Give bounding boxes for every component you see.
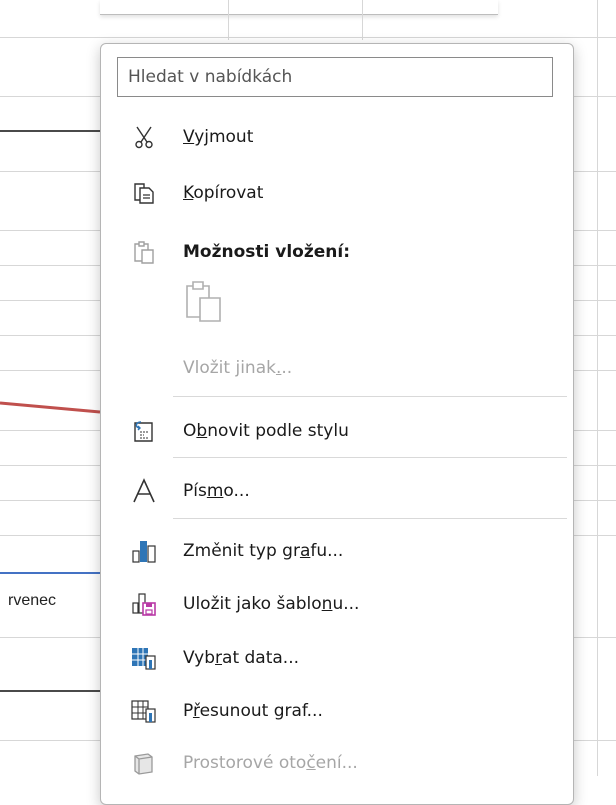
paste-icon xyxy=(131,239,157,265)
menu-item-label: Kopírovat xyxy=(183,183,264,203)
menu-item-label: Písmo... xyxy=(183,481,250,501)
chart-border-bottom xyxy=(0,690,100,692)
reset-style-icon xyxy=(131,418,157,444)
grid-col-line xyxy=(597,0,598,776)
menu-item-label: Změnit typ grafu... xyxy=(183,541,344,561)
menu-item-3d-rotation: Prostorové otočení... xyxy=(101,741,573,785)
chart-type-icon xyxy=(131,538,157,564)
menu-item-copy[interactable]: Kopírovat xyxy=(101,171,573,215)
menu-separator xyxy=(173,518,567,519)
menu-item-paste-special: Vložit jinak... xyxy=(101,346,573,390)
chart-axis-line xyxy=(0,572,100,574)
rotation-3d-icon xyxy=(131,750,157,776)
menu-item-label: Přesunout graf... xyxy=(183,701,323,721)
menu-item-move-chart[interactable]: Přesunout graf... xyxy=(101,689,573,733)
move-chart-icon xyxy=(131,698,157,724)
select-data-icon xyxy=(131,645,157,671)
menu-item-label: Možnosti vložení: xyxy=(183,242,351,262)
save-template-icon xyxy=(131,591,157,617)
menu-item-paste-options: Možnosti vložení: xyxy=(101,230,573,274)
scissors-icon xyxy=(131,124,157,150)
menu-separator xyxy=(173,457,567,458)
menu-item-label: Uložit jako šablonu... xyxy=(183,594,360,614)
chart-series-line xyxy=(0,401,101,414)
grid-col-line xyxy=(362,0,363,40)
menu-item-font[interactable]: Písmo... xyxy=(101,469,573,513)
menu-item-select-data[interactable]: Vybrat data... xyxy=(101,636,573,680)
menu-item-reset-style[interactable]: Obnovit podle stylu xyxy=(101,409,573,453)
menu-item-save-as-template[interactable]: Uložit jako šablonu... xyxy=(101,582,573,626)
menu-search-input[interactable] xyxy=(117,57,553,97)
menu-item-label: Prostorové otočení... xyxy=(183,753,358,773)
menu-item-label: Vyjmout xyxy=(183,127,254,147)
menu-item-change-chart-type[interactable]: Změnit typ grafu... xyxy=(101,529,573,573)
context-menu: Vyjmout Kopírovat Možnosti vložení: xyxy=(100,43,574,805)
grid-col-line xyxy=(228,0,229,40)
menu-item-cut[interactable]: Vyjmout xyxy=(101,115,573,159)
copy-icon xyxy=(131,180,157,206)
chart-border-top xyxy=(0,130,100,132)
menu-separator xyxy=(173,396,567,397)
menu-item-label: Vybrat data... xyxy=(183,648,300,668)
paste-keep-formatting-icon[interactable] xyxy=(183,279,223,323)
menu-item-label: Vložit jinak... xyxy=(183,358,293,378)
column-header-strip xyxy=(100,0,498,15)
menu-item-label: Obnovit podle stylu xyxy=(183,421,349,441)
font-icon xyxy=(131,478,157,504)
chart-category-label: rvenec xyxy=(8,592,57,609)
grid-row-line xyxy=(0,37,616,38)
